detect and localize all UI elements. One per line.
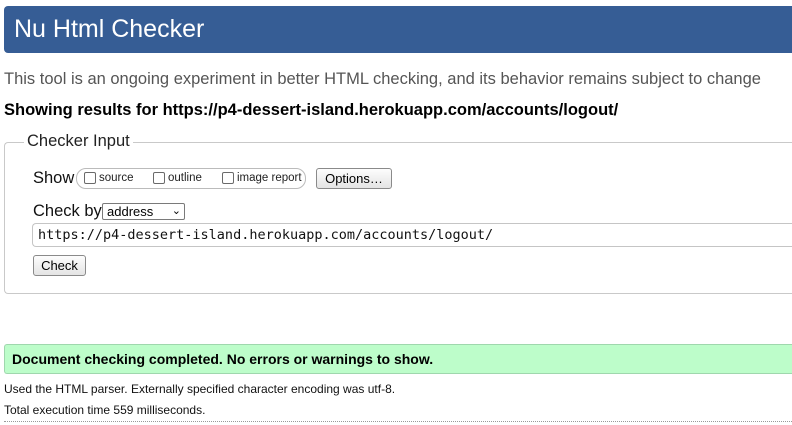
checkbox-box[interactable] <box>84 172 96 184</box>
checker-input-legend: Checker Input <box>24 132 133 151</box>
checkbox-box[interactable] <box>222 172 234 184</box>
page-header: Nu Html Checker <box>4 6 792 53</box>
check-by-select[interactable]: address ⌄ <box>102 203 185 220</box>
check-by-value: address <box>107 204 154 219</box>
check-by-label: Check by <box>33 202 102 220</box>
options-button[interactable]: Options… <box>316 168 392 189</box>
execution-time-note: Total execution time 559 milliseconds. <box>4 403 206 417</box>
page-title: Nu Html Checker <box>14 15 205 43</box>
show-source-checkbox[interactable]: source <box>84 172 134 184</box>
parser-note: Used the HTML parser. Externally specifi… <box>4 382 396 396</box>
checkbox-label: image report <box>237 172 302 184</box>
checkbox-box[interactable] <box>153 172 165 184</box>
check-button[interactable]: Check <box>33 255 86 276</box>
show-outline-checkbox[interactable]: outline <box>153 172 202 184</box>
checkbox-label: outline <box>168 172 202 184</box>
chevron-down-icon: ⌄ <box>171 205 181 217</box>
results-heading: Showing results for https://p4-dessert-i… <box>4 101 619 119</box>
show-label: Show <box>33 169 75 187</box>
checkbox-label: source <box>99 172 134 184</box>
success-message: Document checking completed. No errors o… <box>4 344 792 374</box>
url-input[interactable]: https://p4-dessert-island.herokuapp.com/… <box>32 223 792 247</box>
show-image-report-checkbox[interactable]: image report <box>222 172 302 184</box>
tagline: This tool is an ongoing experiment in be… <box>4 70 761 88</box>
divider <box>4 421 792 422</box>
